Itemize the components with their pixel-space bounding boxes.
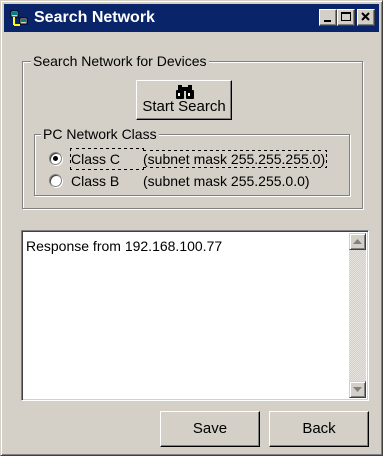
result-line[interactable]: Response from 192.168.100.77 [26,237,222,255]
arrow-down-icon [353,387,362,392]
close-icon [361,12,370,21]
class-c-radio[interactable] [49,152,62,165]
save-button[interactable]: Save [160,411,260,447]
arrow-up-icon [353,239,362,244]
network-class-group-label: PC Network Class [41,125,159,143]
scroll-down-button[interactable] [349,381,366,398]
close-button[interactable] [357,9,375,26]
class-c-focus: Class C (subnet mask 255.255.255.0) [69,150,328,168]
vertical-scrollbar[interactable] [349,233,366,398]
class-b-name: Class B [71,173,120,189]
network-app-icon[interactable] [10,9,28,27]
class-b-label-wrap: Class B (subnet mask 255.255.0.0) [71,171,310,191]
title-bar[interactable]: Search Network [4,4,379,32]
window-title: Search Network [34,9,155,26]
search-devices-group-label: Search Network for Devices [31,52,209,70]
scroll-up-button[interactable] [349,233,366,250]
minimize-icon [324,20,331,22]
search-network-window: Search Network Search Network for Device… [0,0,383,456]
results-listbox[interactable]: Response from 192.168.100.77 [21,230,369,401]
class-b-detail: (subnet mask 255.255.0.0) [143,173,310,189]
start-search-button[interactable]: Start Search [136,80,232,120]
back-button[interactable]: Back [269,411,369,447]
maximize-icon [341,12,351,21]
search-devices-group: Search Network for Devices Start Search … [22,52,363,209]
class-b-radio[interactable] [49,174,62,187]
class-c-name: Class C [71,151,121,167]
maximize-button[interactable] [337,9,355,26]
minimize-button[interactable] [319,9,337,26]
network-class-group: PC Network Class Class C (subnet mask 255… [34,125,350,196]
start-search-label: Start Search [142,98,226,115]
class-c-label-wrap: Class C (subnet mask 255.255.255.0) [69,149,328,169]
class-c-detail: (subnet mask 255.255.255.0) [143,151,326,167]
